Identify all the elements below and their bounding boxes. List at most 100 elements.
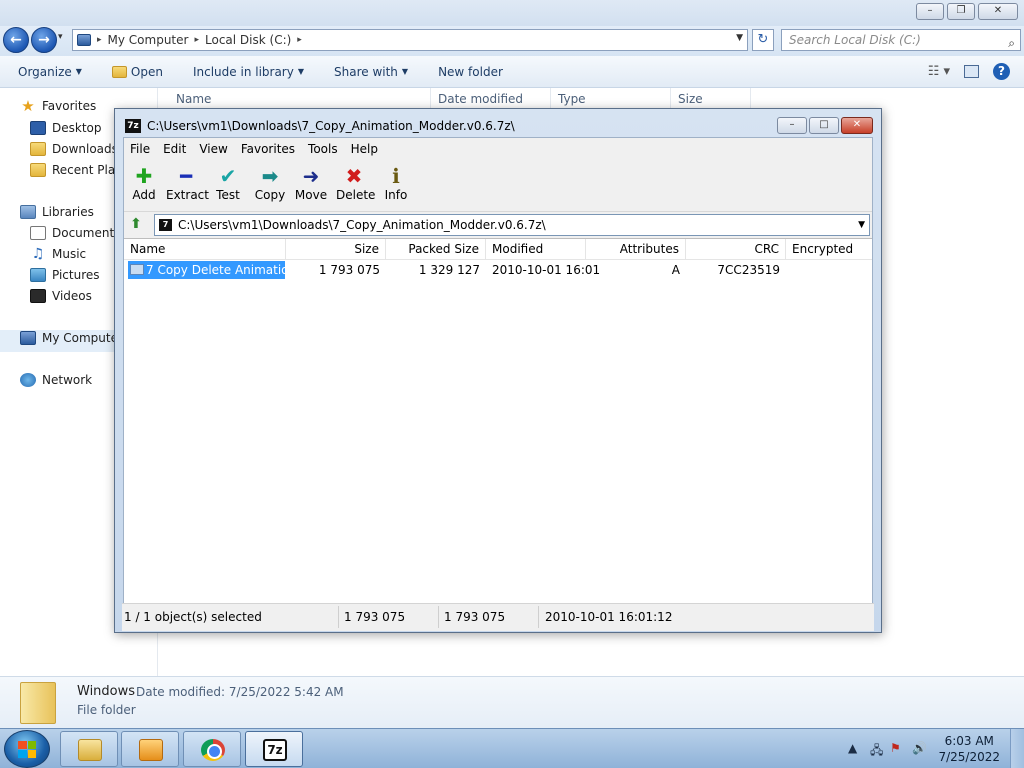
help-icon[interactable]: ? (993, 63, 1010, 80)
nav-libraries[interactable]: Libraries (20, 205, 94, 219)
volume-icon[interactable]: 🔊 (912, 741, 927, 755)
folder-up-icon[interactable]: ⬆ (128, 216, 144, 232)
nav-my-computer[interactable]: My Computer (20, 331, 123, 345)
new-folder-button[interactable]: New folder (438, 65, 503, 79)
include-in-library-button[interactable]: Include in library ▼ (193, 65, 304, 79)
forward-button[interactable]: → (31, 27, 57, 53)
show-hidden-icons-icon[interactable]: ▲ (848, 741, 857, 755)
info-icon: ℹ (392, 164, 400, 188)
organize-label: Organize (18, 64, 72, 79)
close-button[interactable]: ✕ (978, 3, 1018, 20)
include-in-library-label: Include in library (192, 64, 294, 79)
sevenzip-path-bar: ⬆ 7 C:\Users\vm1\Downloads\7_Copy_Animat… (124, 212, 872, 238)
address-bar[interactable]: ▸ My Computer ▸ Local Disk (C:) ▸ ▼ (72, 29, 748, 51)
column-header-type[interactable]: Type (558, 92, 586, 106)
nav-videos-label: Videos (52, 289, 92, 303)
breadcrumb-my-computer[interactable]: My Computer (108, 33, 189, 47)
organize-button[interactable]: Organize ▼ (18, 65, 82, 79)
list-header-encrypted[interactable]: Encrypted (786, 239, 872, 259)
nav-documents[interactable]: Documents (30, 226, 120, 240)
preview-pane-icon[interactable] (964, 65, 979, 78)
videos-icon (30, 289, 46, 303)
test-label: Test (216, 188, 240, 202)
nav-computer-label: My Computer (42, 331, 123, 345)
nav-network[interactable]: Network (20, 373, 92, 387)
back-button[interactable]: ← (3, 27, 29, 53)
list-header-name[interactable]: Name (124, 239, 286, 259)
extract-button[interactable]: ━ Extract (166, 164, 209, 202)
breadcrumb-local-disk[interactable]: Local Disk (C:) (205, 33, 291, 47)
taskbar: 7z ▲ 🖧 ⚑ 🔊 6:03 AM 7/25/2022 (0, 728, 1024, 768)
list-header-crc[interactable]: CRC (686, 239, 786, 259)
table-row[interactable]: 7 Copy Delete Animatio... 1 793 075 1 32… (124, 261, 872, 279)
test-button[interactable]: ✔ Test (214, 164, 242, 202)
info-button[interactable]: ℹ Info (382, 164, 410, 202)
desktop-icon (30, 121, 46, 135)
row-name-selected[interactable]: 7 Copy Delete Animatio... (128, 261, 285, 279)
address-dropdown-icon[interactable]: ▼ (736, 33, 743, 43)
row-name-text: 7 Copy Delete Animatio... (146, 263, 285, 277)
refresh-button[interactable]: ↻ (752, 29, 774, 51)
list-header-attributes[interactable]: Attributes (586, 239, 686, 259)
list-header-size[interactable]: Size (286, 239, 386, 259)
column-header-date-modified[interactable]: Date modified (438, 92, 523, 106)
view-options-icon[interactable]: ☷ ▾ (928, 64, 950, 79)
taskbar-explorer[interactable] (60, 731, 118, 767)
row-attributes: A (671, 263, 680, 277)
libraries-icon (20, 205, 36, 219)
path-dropdown-icon[interactable]: ▼ (858, 220, 865, 230)
menu-favorites[interactable]: Favorites (241, 142, 295, 156)
archive-path-combobox[interactable]: 7 C:\Users\vm1\Downloads\7_Copy_Animatio… (154, 214, 870, 236)
open-button[interactable]: Open (111, 64, 163, 79)
computer-icon (77, 34, 91, 46)
action-center-icon[interactable]: ⚑ (890, 741, 901, 755)
restore-button[interactable]: ❐ (947, 3, 975, 20)
nav-favorites[interactable]: ★ Favorites (20, 99, 97, 114)
list-header-modified[interactable]: Modified (486, 239, 586, 259)
clock[interactable]: 6:03 AM 7/25/2022 (938, 733, 1000, 765)
breadcrumb-separator-icon[interactable]: ▸ (297, 35, 302, 45)
menu-file[interactable]: File (130, 142, 150, 156)
taskbar-chrome[interactable] (183, 731, 241, 767)
taskbar-sevenzip[interactable]: 7z (245, 731, 303, 767)
open-label: Open (130, 64, 163, 79)
sevenzip-maximize-button[interactable]: □ (809, 117, 839, 134)
start-button[interactable] (4, 730, 50, 768)
column-header-size[interactable]: Size (678, 92, 703, 106)
column-header-name[interactable]: Name (176, 92, 211, 106)
nav-pictures[interactable]: Pictures (30, 268, 100, 282)
sevenzip-title-bar[interactable]: 7z C:\Users\vm1\Downloads\7_Copy_Animati… (125, 119, 515, 133)
menu-tools[interactable]: Tools (308, 142, 338, 156)
delete-button[interactable]: ✖ Delete (336, 164, 375, 202)
row-encrypted (786, 261, 872, 279)
move-button[interactable]: ➜ Move (294, 164, 328, 202)
copy-button[interactable]: ➡ Copy (254, 164, 286, 202)
archive-icon: 7 (159, 219, 172, 231)
extract-label: Extract (166, 188, 209, 202)
search-input[interactable]: Search Local Disk (C:) ⌕ (781, 29, 1021, 51)
copy-label: Copy (254, 188, 286, 202)
sevenzip-minimize-button[interactable]: – (777, 117, 807, 134)
taskbar-media-player[interactable] (121, 731, 179, 767)
search-icon[interactable]: ⌕ (1008, 33, 1015, 53)
sevenzip-close-button[interactable]: ✕ (841, 117, 873, 134)
menu-view[interactable]: View (199, 142, 227, 156)
nav-downloads[interactable]: Downloads (30, 142, 118, 156)
share-with-button[interactable]: Share with ▼ (334, 65, 408, 79)
menu-edit[interactable]: Edit (163, 142, 186, 156)
row-modified: 2010-10-01 16:01 (492, 263, 601, 277)
nav-music[interactable]: ♫ Music (30, 247, 86, 261)
archive-file-list[interactable]: Name Size Packed Size Modified Attribute… (124, 238, 872, 614)
network-tray-icon[interactable]: 🖧 (870, 741, 883, 762)
menu-help[interactable]: Help (351, 142, 378, 156)
nav-favorites-label: Favorites (42, 99, 97, 113)
list-header-packed-size[interactable]: Packed Size (386, 239, 486, 259)
nav-videos[interactable]: Videos (30, 289, 92, 303)
minimize-button[interactable]: – (916, 3, 944, 20)
recent-pages-dropdown-icon[interactable]: ▾ (58, 32, 63, 42)
add-button[interactable]: ✚ Add (130, 164, 158, 202)
nav-desktop[interactable]: Desktop (30, 121, 102, 135)
breadcrumb-separator-icon[interactable]: ▸ (97, 35, 102, 45)
breadcrumb-separator-icon[interactable]: ▸ (194, 35, 199, 45)
show-desktop-button[interactable] (1010, 729, 1024, 768)
